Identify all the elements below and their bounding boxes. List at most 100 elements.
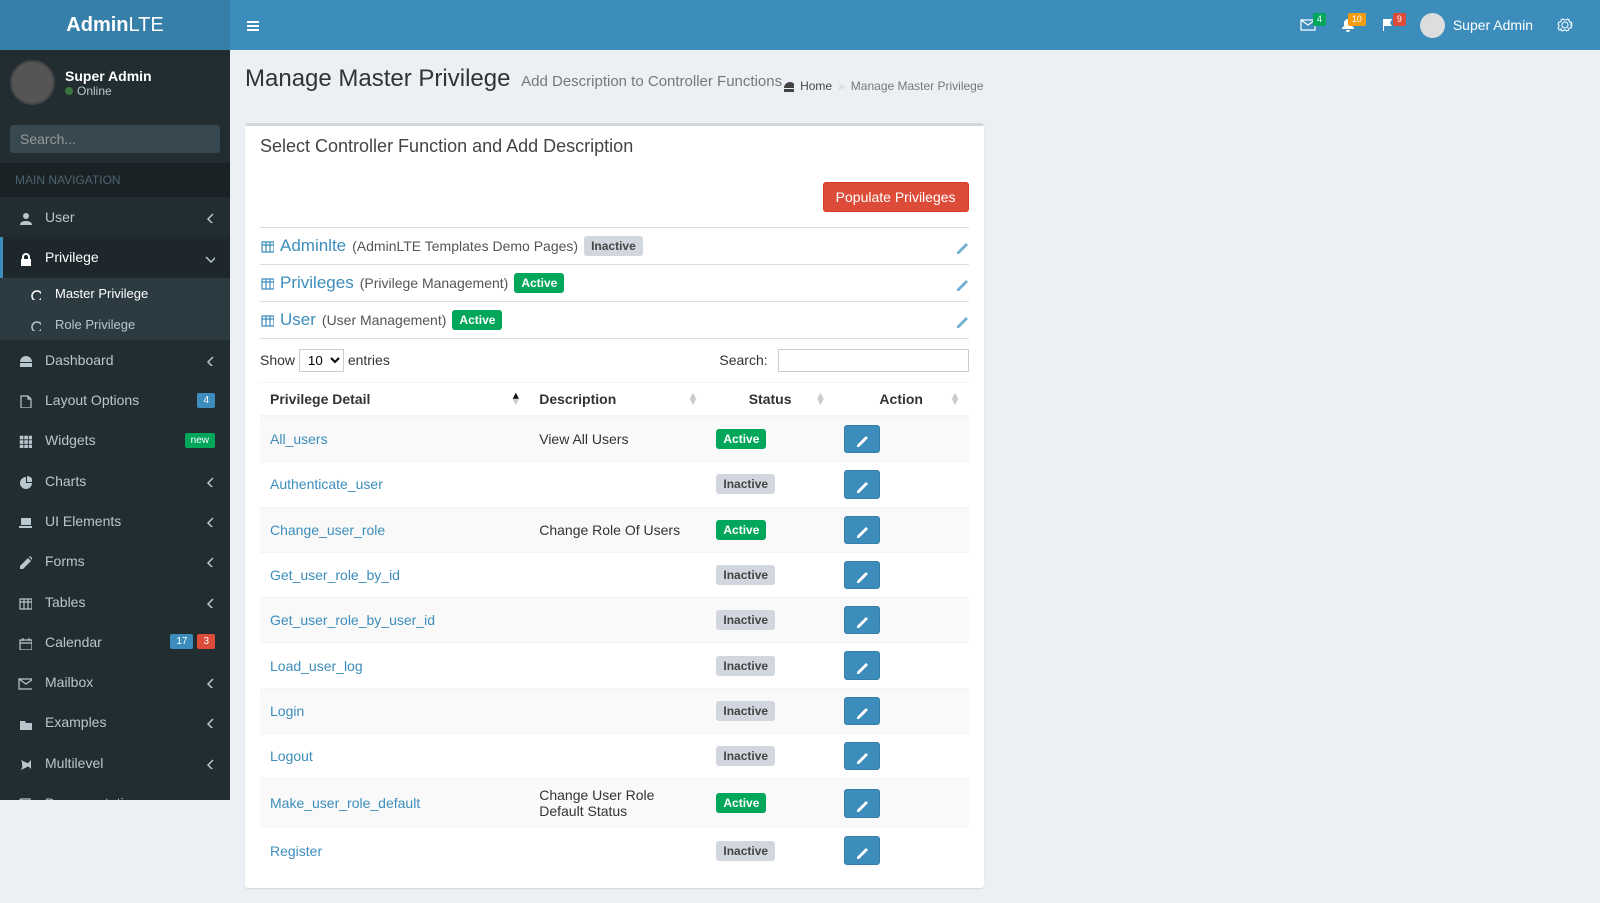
bars-icon [245, 18, 261, 34]
pencil-icon [855, 524, 869, 538]
chevron-down-icon [203, 251, 215, 263]
status-badge: Inactive [716, 656, 775, 676]
datatable-search-input[interactable] [778, 349, 969, 372]
sidebar-item-charts[interactable]: Charts [0, 460, 230, 500]
controller-link[interactable]: User [280, 310, 316, 330]
edit-row-button[interactable] [844, 561, 880, 589]
envelope-icon [18, 676, 32, 690]
chevron-left-icon [203, 555, 215, 567]
edit-row-button[interactable] [844, 836, 880, 864]
sidebar-item-dashboard[interactable]: Dashboard [0, 340, 230, 380]
edit-row-button[interactable] [844, 470, 880, 498]
col-privilege-detail[interactable]: Privilege Detail▲▼ [260, 383, 529, 417]
privilege-detail-link[interactable]: Get_user_role_by_id [270, 567, 400, 583]
sidebar-item-examples[interactable]: Examples [0, 702, 230, 742]
privilege-detail-link[interactable]: Get_user_role_by_user_id [270, 612, 435, 628]
privilege-description: View All Users [529, 416, 706, 462]
col-status[interactable]: Status▲▼ [706, 383, 834, 417]
nav-tasks[interactable]: 9 [1368, 7, 1408, 43]
privilege-detail-link[interactable]: Login [270, 703, 304, 719]
table-row: Get_user_role_by_user_idInactive [260, 598, 969, 643]
privilege-detail-link[interactable]: All_users [270, 431, 328, 447]
table-row: Get_user_role_by_idInactive [260, 552, 969, 597]
breadcrumb-home[interactable]: Home [800, 79, 832, 93]
sidebar-user-name: Super Admin [65, 68, 152, 84]
populate-privileges-button[interactable]: Populate Privileges [823, 182, 969, 212]
edit-row-button[interactable] [844, 789, 880, 817]
chevron-left-icon [203, 596, 215, 608]
chevron-left-icon [203, 475, 215, 487]
pencil-icon [855, 705, 869, 719]
status-badge: Active [716, 429, 766, 449]
status-badge: Active [514, 273, 564, 293]
edit-row-button[interactable] [844, 425, 880, 453]
edit-row-button[interactable] [844, 651, 880, 679]
status-badge: Inactive [716, 841, 775, 861]
controller-panel: Privileges (Privilege Management) Active [260, 265, 969, 302]
edit-controller-button[interactable] [955, 238, 969, 254]
nav-user-menu[interactable]: Super Admin [1408, 5, 1545, 46]
privilege-detail-link[interactable]: Load_user_log [270, 658, 363, 674]
circle-icon [29, 288, 41, 300]
sidebar-item-privilege[interactable]: Privilege [0, 237, 230, 277]
edit-row-button[interactable] [844, 516, 880, 544]
edit-controller-button[interactable] [955, 312, 969, 328]
controller-link[interactable]: Privileges [280, 273, 354, 293]
status-badge: Active [716, 793, 766, 813]
privilege-detail-link[interactable]: Authenticate_user [270, 476, 383, 492]
messages-badge: 4 [1313, 13, 1326, 26]
privilege-detail-link[interactable]: Make_user_role_default [270, 795, 420, 811]
page-title: Manage Master Privilege Add Description … [245, 65, 782, 93]
edit-row-button[interactable] [844, 606, 880, 634]
privilege-description: Change User Role Default Status [529, 779, 706, 828]
sidebar-sub-role-privilege[interactable]: Role Privilege [0, 309, 230, 340]
length-select[interactable]: 10 [299, 349, 344, 372]
sidebar-item-tables[interactable]: Tables [0, 581, 230, 621]
datatable-filter: Search: [719, 349, 968, 372]
sidebar-item-forms[interactable]: Forms [0, 541, 230, 581]
search-input[interactable] [10, 125, 211, 153]
sidebar-item-layout[interactable]: Layout Options4 [0, 380, 230, 420]
table-row: All_users View All Users Active [260, 416, 969, 462]
privilege-detail-link[interactable]: Logout [270, 748, 313, 764]
nav-messages[interactable]: 4 [1288, 7, 1328, 43]
edit-icon [18, 555, 32, 569]
edit-row-button[interactable] [844, 742, 880, 770]
sidebar-item-mailbox[interactable]: Mailbox [0, 662, 230, 702]
col-description[interactable]: Description▲▼ [529, 383, 706, 417]
search-button[interactable] [211, 125, 220, 153]
sidebar-item-documentation[interactable]: Documentation [0, 783, 230, 800]
sidebar-item-calendar[interactable]: Calendar173 [0, 622, 230, 662]
controller-panel: Adminlte (AdminLTE Templates Demo Pages)… [260, 227, 969, 265]
sidebar-item-widgets[interactable]: Widgetsnew [0, 420, 230, 460]
dashboard-icon [782, 80, 794, 92]
table-row: LogoutInactive [260, 734, 969, 779]
sidebar-item-user[interactable]: User [0, 197, 230, 237]
sidebar-user-panel: Super Admin Online [0, 50, 230, 115]
sidebar-item-multilevel[interactable]: Multilevel [0, 743, 230, 783]
sidebar-item-ui[interactable]: UI Elements [0, 501, 230, 541]
edit-controller-button[interactable] [955, 275, 969, 291]
box-title: Select Controller Function and Add Descr… [260, 136, 969, 157]
controller-link[interactable]: Adminlte [280, 236, 346, 256]
calendar-icon [18, 636, 32, 650]
sidebar-sub-master-privilege[interactable]: Master Privilege [0, 278, 230, 309]
edit-row-button[interactable] [844, 697, 880, 725]
circle-icon [29, 319, 41, 331]
logo[interactable]: AdminLTE [0, 0, 230, 50]
chevron-left-icon [203, 716, 215, 728]
privilege-detail-link[interactable]: Register [270, 843, 322, 859]
laptop-icon [18, 515, 32, 529]
sidebar-toggle[interactable] [230, 1, 276, 48]
nav-settings[interactable] [1545, 7, 1585, 43]
nav-notifications[interactable]: 10 [1328, 7, 1368, 43]
table-row: Register Inactive [260, 828, 969, 873]
controller-note: (AdminLTE Templates Demo Pages) [352, 238, 578, 254]
privilege-detail-link[interactable]: Change_user_role [270, 522, 385, 538]
table-row: LoginInactive [260, 688, 969, 733]
pencil-icon [955, 277, 969, 291]
top-user-name: Super Admin [1453, 17, 1533, 33]
folder-icon [18, 717, 32, 731]
col-action[interactable]: Action▲▼ [834, 383, 969, 417]
pencil-icon [855, 479, 869, 493]
